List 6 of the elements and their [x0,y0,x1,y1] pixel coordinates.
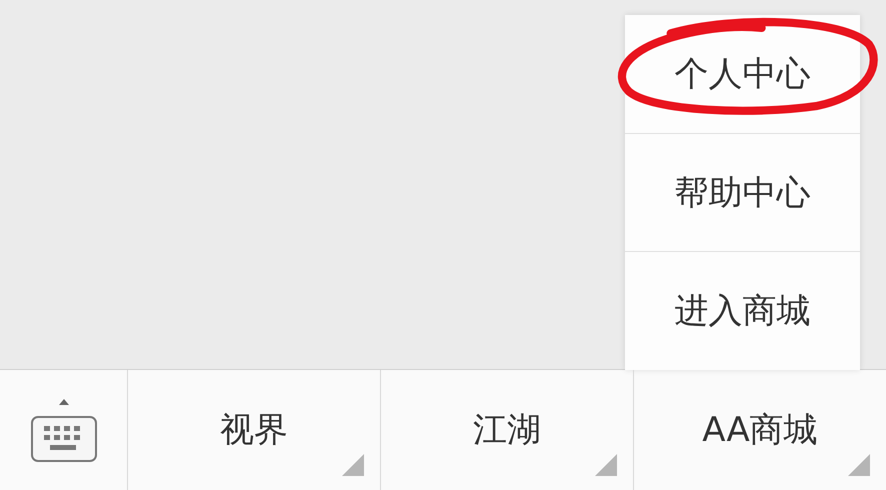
menu-tab[interactable]: 江湖 [381,370,634,490]
menu-tab[interactable]: AA商城 [634,370,886,490]
menu-item[interactable]: 帮助中心 [674,170,810,216]
menu-item[interactable]: 个人中心 [674,50,810,97]
menu-tab[interactable]: 视界 [128,370,381,490]
menu-item[interactable]: 进入商城 [674,288,810,334]
